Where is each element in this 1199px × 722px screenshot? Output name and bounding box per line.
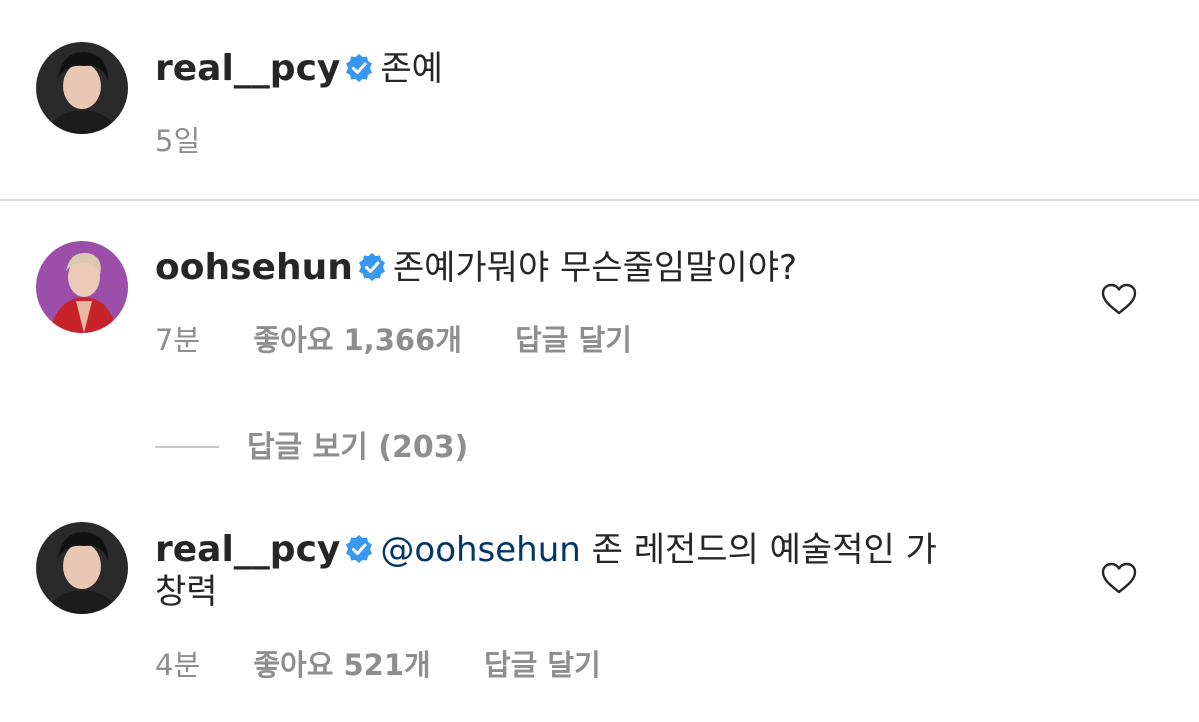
avatar[interactable]: [36, 42, 128, 134]
reply-button[interactable]: 답글 달기: [484, 648, 601, 682]
view-replies-label: 답글 보기 (203): [247, 430, 469, 465]
replies-dash: [155, 446, 219, 448]
comment-text: 존 레전드의 예술적인 가: [580, 530, 937, 570]
comment-time: 4분: [155, 648, 201, 682]
avatar[interactable]: [36, 241, 128, 333]
username[interactable]: oohsehun: [155, 247, 353, 288]
avatar[interactable]: [36, 522, 128, 614]
mention-link[interactable]: @oohsehun: [380, 530, 580, 570]
comment-item: oohsehun 존예가뭐야 무슨줄임말이야? 7분 좋아요 1,366개 답글…: [0, 201, 1199, 401]
comment-item: real__pcy @oohsehun 존 레전드의 예술적인 가 창력 4분 …: [0, 500, 1199, 722]
verified-badge-icon: [344, 53, 374, 100]
comment-time: 5일: [155, 124, 201, 158]
username[interactable]: real__pcy: [155, 48, 340, 89]
view-replies-button[interactable]: 답글 보기 (203): [155, 422, 468, 466]
reply-button[interactable]: 답글 달기: [515, 323, 632, 357]
comment-text-continued: 창력: [155, 572, 218, 612]
verified-badge-icon: [357, 252, 387, 299]
like-heart-icon[interactable]: [1100, 282, 1138, 320]
verified-badge-icon: [344, 534, 374, 581]
likes-count[interactable]: 좋아요 1,366개: [253, 323, 462, 357]
comment-time: 7분: [155, 323, 201, 357]
comment-item: real__pcy 존예 5일: [0, 0, 1199, 199]
comment-text: 존예가뭐야 무슨줄임말이야?: [392, 248, 798, 288]
like-heart-icon[interactable]: [1100, 561, 1138, 599]
username[interactable]: real__pcy: [155, 529, 340, 570]
comment-text: 존예: [380, 49, 443, 89]
likes-count[interactable]: 좋아요 521개: [253, 648, 430, 682]
